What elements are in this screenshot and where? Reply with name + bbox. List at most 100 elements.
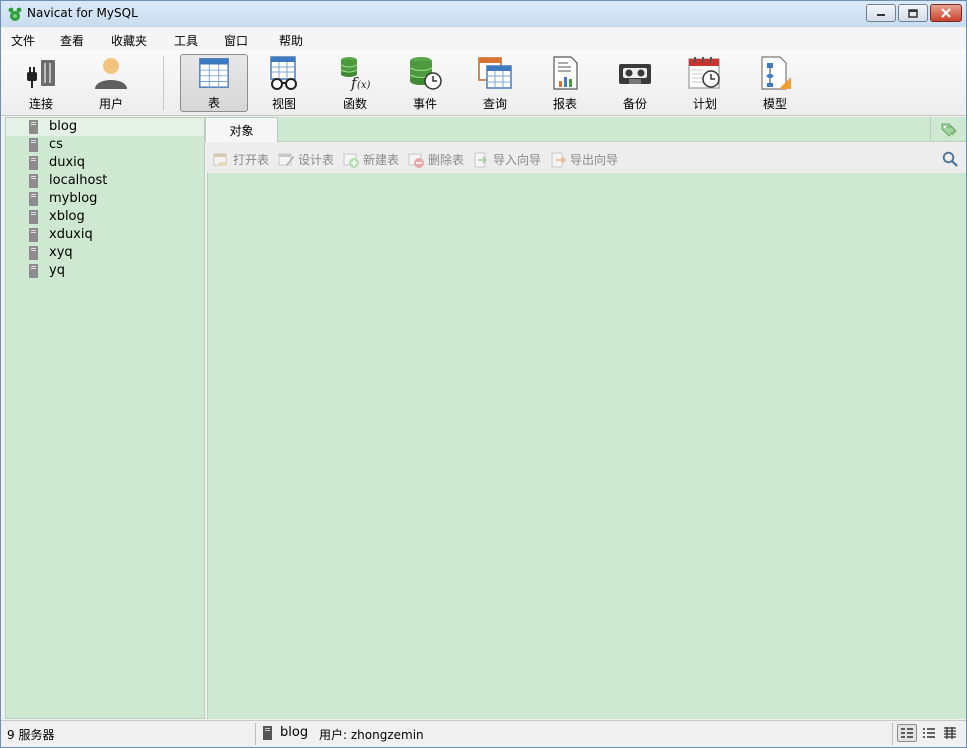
list-view-icon xyxy=(901,728,913,738)
open-table-button[interactable]: 打开表 xyxy=(213,151,269,168)
minimize-icon xyxy=(877,14,885,16)
new-table-button[interactable]: 新建表 xyxy=(343,151,399,168)
connection-item-blog[interactable]: blog xyxy=(6,118,204,136)
connection-name: cs xyxy=(49,137,63,152)
server-icon xyxy=(29,246,38,260)
import-wizard-icon xyxy=(474,152,488,167)
app-window: Navicat for MySQL 文件 查看 收藏夹 工具 窗口 帮助 连接 … xyxy=(0,0,967,748)
list-view-button[interactable] xyxy=(897,724,917,742)
menu-help[interactable]: 帮助 xyxy=(279,32,303,49)
object-toolbar: 打开表 设计表 新建表 删除表 导入向导 导出向导 xyxy=(207,143,966,173)
toolbar-connection-button[interactable]: 连接 xyxy=(7,54,75,112)
plug-icon xyxy=(27,60,55,88)
toolbar-function-button[interactable]: f (x) 函数 xyxy=(321,54,389,112)
search-icon[interactable] xyxy=(942,151,958,167)
connection-item-duxiq[interactable]: duxiq xyxy=(6,154,204,172)
toolbar-view-button[interactable]: 视图 xyxy=(250,54,318,112)
connection-name: xblog xyxy=(49,209,85,224)
toolbar-report-button[interactable]: 报表 xyxy=(531,54,599,112)
menu-bar: 文件 查看 收藏夹 工具 窗口 帮助 xyxy=(1,28,966,50)
export-wizard-label: 导出向导 xyxy=(570,153,619,167)
tag-icon xyxy=(941,123,957,137)
server-icon xyxy=(29,228,38,242)
tab-strip: 对象 xyxy=(205,117,966,142)
toolbar-schedule-label: 计划 xyxy=(692,97,717,111)
grid-view-icon xyxy=(944,727,956,739)
toolbar-backup-button[interactable]: 备份 xyxy=(601,54,669,112)
export-wizard-icon xyxy=(551,152,566,167)
delete-table-icon xyxy=(408,153,424,168)
connection-tree[interactable]: blog cs duxiq localhost myblog xblog xdu… xyxy=(5,117,205,719)
menu-window[interactable]: 窗口 xyxy=(224,32,248,49)
connection-item-yq[interactable]: yq xyxy=(6,262,204,280)
report-icon xyxy=(553,56,578,90)
new-table-label: 新建表 xyxy=(363,153,400,167)
connection-item-xblog[interactable]: xblog xyxy=(6,208,204,226)
tab-strip-tag-button[interactable] xyxy=(930,117,966,142)
toolbar-schedule-button[interactable]: 计划 xyxy=(671,54,739,112)
current-user: 用户: zhongzemin xyxy=(319,728,424,742)
close-button[interactable] xyxy=(930,4,962,22)
connection-name: myblog xyxy=(49,191,98,206)
open-table-label: 打开表 xyxy=(233,153,270,167)
schedule-calendar-icon xyxy=(688,57,720,89)
toolbar-user-label: 用户 xyxy=(98,97,123,111)
connection-name: localhost xyxy=(49,173,108,188)
server-icon xyxy=(29,120,38,134)
import-wizard-button[interactable]: 导入向导 xyxy=(473,151,541,168)
view-glasses-icon xyxy=(270,56,297,90)
connection-name: xyq xyxy=(49,245,73,260)
toolbar-user-button[interactable]: 用户 xyxy=(77,54,145,112)
menu-view[interactable]: 查看 xyxy=(60,32,84,49)
tab-objects[interactable]: 对象 xyxy=(205,117,278,142)
navicat-logo-icon xyxy=(8,7,22,21)
connection-name: yq xyxy=(49,263,65,278)
connection-item-xduxiq[interactable]: xduxiq xyxy=(6,226,204,244)
event-clock-icon xyxy=(409,57,442,90)
window-title: Navicat for MySQL xyxy=(27,6,138,20)
restore-button[interactable] xyxy=(898,4,928,22)
import-wizard-label: 导入向导 xyxy=(493,153,542,167)
status-divider xyxy=(255,723,256,745)
connection-item-cs[interactable]: cs xyxy=(6,136,204,154)
object-panel: 对象 打开表 设计表 新建表 删除表 导入向导 导出向导 xyxy=(205,117,966,719)
model-icon xyxy=(761,56,791,90)
connection-name: blog xyxy=(49,119,78,134)
connection-item-myblog[interactable]: myblog xyxy=(6,190,204,208)
detail-view-button[interactable] xyxy=(919,724,939,742)
toolbar-connection-label: 连接 xyxy=(28,97,53,111)
object-list-area[interactable] xyxy=(207,173,966,719)
toolbar-table-button[interactable]: 表 xyxy=(180,54,248,112)
toolbar-model-label: 模型 xyxy=(762,97,787,111)
menu-tools[interactable]: 工具 xyxy=(174,32,198,49)
toolbar-event-button[interactable]: 事件 xyxy=(391,54,459,112)
menu-favorites[interactable]: 收藏夹 xyxy=(111,32,147,49)
export-wizard-button[interactable]: 导出向导 xyxy=(550,151,618,168)
toolbar-model-button[interactable]: 模型 xyxy=(741,54,809,112)
minimize-button[interactable] xyxy=(866,4,896,22)
design-table-button[interactable]: 设计表 xyxy=(278,151,334,168)
function-icon: f (x) xyxy=(340,57,371,91)
server-icon xyxy=(29,138,38,152)
open-table-icon xyxy=(213,153,227,166)
svg-text:(x): (x) xyxy=(357,80,371,91)
connection-item-xyq[interactable]: xyq xyxy=(6,244,204,262)
title-bar[interactable]: Navicat for MySQL xyxy=(1,1,966,27)
design-table-icon xyxy=(278,153,294,166)
backup-tape-icon xyxy=(619,64,651,84)
server-icon xyxy=(29,192,38,206)
connection-item-localhost[interactable]: localhost xyxy=(6,172,204,190)
connection-name: duxiq xyxy=(49,155,86,170)
grid-view-button[interactable] xyxy=(940,724,960,742)
status-divider xyxy=(892,723,893,745)
delete-table-button[interactable]: 删除表 xyxy=(408,151,464,168)
toolbar-report-label: 报表 xyxy=(552,97,577,111)
current-connection: blog xyxy=(280,725,309,740)
server-icon xyxy=(29,156,38,170)
server-icon xyxy=(29,264,38,278)
toolbar-separator xyxy=(163,56,164,110)
menu-file[interactable]: 文件 xyxy=(11,32,35,49)
toolbar-query-button[interactable]: 查询 xyxy=(461,54,529,112)
server-icon xyxy=(29,174,38,188)
toolbar-backup-label: 备份 xyxy=(622,97,647,111)
